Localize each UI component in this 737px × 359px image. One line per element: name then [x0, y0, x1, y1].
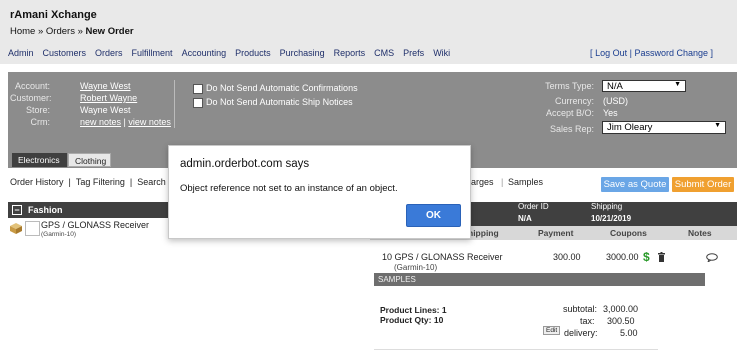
sales-rep-label: Sales Rep:	[549, 124, 594, 134]
col-shipping: hipping	[468, 228, 499, 238]
toolbar-separator: |	[501, 177, 504, 187]
line-item-name: 10 GPS / GLONASS Receiver	[382, 252, 503, 262]
catalog-toolbar: Order History | Tag Filtering | Search	[10, 177, 166, 187]
tax-label: tax:	[580, 316, 595, 326]
nav-admin[interactable]: Admin	[8, 48, 34, 58]
breadcrumb-home[interactable]: Home	[10, 26, 35, 37]
product-name[interactable]: GPS / GLONASS Receiver	[41, 220, 149, 230]
customer-link[interactable]: Robert Wayne	[80, 93, 137, 103]
collapse-icon[interactable]: −	[12, 205, 22, 215]
main-nav: Admin Customers Orders Fulfillment Accou…	[8, 48, 450, 58]
line-item-sku: (Garmin-10)	[394, 263, 438, 272]
product-box-icon	[10, 223, 22, 234]
view-notes-link[interactable]: view notes	[128, 117, 171, 127]
nav-customers[interactable]: Customers	[43, 48, 87, 58]
nav-accounting[interactable]: Accounting	[182, 48, 227, 58]
dollar-icon[interactable]: $	[643, 250, 650, 264]
delivery-value: 5.00	[620, 328, 638, 338]
dropdown-arrow-icon: ▼	[714, 122, 721, 129]
tab-electronics[interactable]: Electronics	[12, 153, 67, 167]
customer-label: Customer:	[10, 93, 52, 103]
trash-icon[interactable]	[658, 252, 665, 262]
product-sku: (Garmin-10)	[41, 231, 77, 238]
order-history-link[interactable]: Order History	[10, 177, 64, 187]
search-link[interactable]: Search	[137, 177, 166, 187]
tag-filtering-link[interactable]: Tag Filtering	[76, 177, 125, 187]
tab-clothing[interactable]: Clothing	[68, 153, 111, 167]
store-value: Wayne West	[80, 105, 131, 115]
dropdown-arrow-icon: ▼	[674, 81, 681, 88]
col-notes: Notes	[688, 228, 712, 238]
nav-orders[interactable]: Orders	[95, 48, 123, 58]
category-name: Fashion	[28, 205, 63, 215]
edit-delivery-button[interactable]: Edit	[543, 326, 561, 335]
no-ship-notices-option: Do Not Send Automatic Ship Notices	[193, 97, 353, 108]
nav-prefs[interactable]: Prefs	[403, 48, 424, 58]
app-title: rAmani Xchange	[10, 9, 97, 21]
ok-button[interactable]: OK	[406, 204, 461, 227]
nav-cms[interactable]: CMS	[374, 48, 394, 58]
col-coupons: Coupons	[610, 228, 647, 238]
currency-value: (USD)	[603, 96, 628, 106]
new-notes-link[interactable]: new notes	[80, 117, 121, 127]
sales-rep-value: Jim Oleary	[607, 122, 653, 133]
nav-reports[interactable]: Reports	[334, 48, 366, 58]
breadcrumb: Home » Orders » New Order	[10, 26, 134, 37]
no-ship-notices-checkbox[interactable]	[193, 97, 203, 108]
nav-wiki[interactable]: Wiki	[433, 48, 450, 58]
product-qty-value: 10	[433, 315, 444, 325]
delivery-label: delivery:	[564, 328, 598, 338]
account-label: Account:	[14, 81, 50, 91]
order-id-label: Order ID	[518, 202, 549, 211]
order-id-value: N/A	[518, 214, 532, 223]
nav-products[interactable]: Products	[235, 48, 271, 58]
logout-link[interactable]: Log Out	[595, 48, 627, 58]
product-lines: Product Lines: 1	[380, 305, 447, 315]
alert-dialog: admin.orderbot.com says Object reference…	[168, 145, 471, 239]
subtotal-label: subtotal:	[563, 304, 598, 314]
no-confirmations-option: Do Not Send Automatic Confirmations	[193, 83, 358, 94]
no-confirmations-label: Do Not Send Automatic Confirmations	[206, 83, 358, 93]
breadcrumb-current: New Order	[85, 26, 134, 37]
product-qty-label: Product Qty:	[380, 315, 432, 325]
no-ship-notices-label: Do Not Send Automatic Ship Notices	[206, 97, 353, 107]
dialog-title: admin.orderbot.com says	[180, 158, 310, 170]
shipping-label: Shipping	[591, 202, 623, 211]
user-links: [ Log Out | Password Change ]	[590, 48, 713, 58]
sales-rep-select[interactable]: Jim Oleary ▼	[602, 121, 726, 134]
line-item-payment: 300.00	[553, 252, 581, 262]
product-qty: Product Qty: 10	[380, 315, 443, 325]
accept-bo-value: Yes	[603, 108, 618, 118]
subtotal-value: 3,000.00	[603, 304, 639, 314]
crm-label: Crm:	[30, 117, 51, 127]
samples-link[interactable]: Samples	[508, 177, 543, 187]
shipping-date: 10/21/2019	[591, 214, 632, 223]
terms-select[interactable]: N/A ▼	[602, 80, 686, 92]
password-change-link[interactable]: Password Change	[634, 48, 708, 58]
nav-fulfillment[interactable]: Fulfillment	[132, 48, 173, 58]
accept-bo-label: Accept B/O:	[545, 108, 594, 118]
dialog-message: Object reference not set to an instance …	[180, 183, 398, 194]
panel-divider	[174, 80, 175, 128]
terms-label: Terms Type:	[545, 81, 594, 91]
product-qty-input[interactable]	[25, 221, 40, 236]
crm-links: new notes | view notes	[80, 117, 171, 127]
samples-section-bar: SAMPLES	[374, 273, 705, 286]
submit-order-button[interactable]: Submit Order	[672, 177, 734, 192]
product-lines-label: Product Lines:	[380, 305, 440, 315]
breadcrumb-orders[interactable]: Orders	[46, 26, 75, 37]
line-item-coupons: 3000.00	[606, 252, 639, 262]
save-as-quote-button[interactable]: Save as Quote	[601, 177, 669, 192]
account-link[interactable]: Wayne West	[80, 81, 131, 91]
tax-value: 300.50	[607, 316, 635, 326]
terms-value: N/A	[607, 81, 623, 92]
note-bubble-icon[interactable]	[706, 253, 718, 264]
currency-label: Currency:	[554, 96, 594, 106]
nav-purchasing[interactable]: Purchasing	[280, 48, 325, 58]
store-label: Store:	[25, 105, 50, 115]
no-confirmations-checkbox[interactable]	[193, 83, 203, 94]
col-payment: Payment	[538, 228, 574, 238]
product-lines-value: 1	[441, 305, 447, 315]
